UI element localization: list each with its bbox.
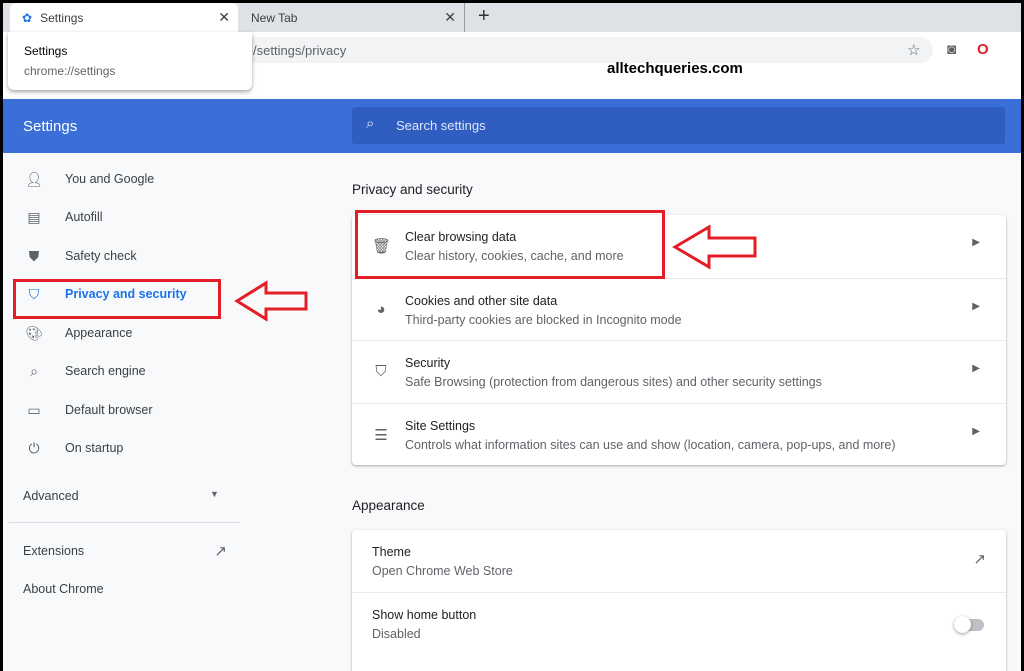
sidebar-item-label: Autofill [65,210,103,224]
close-tab-icon[interactable]: ✕ [444,9,456,26]
section-title-privacy: Privacy and security [352,182,473,197]
new-tab-button[interactable]: + [478,5,490,28]
hover-card-title: Settings [24,44,68,58]
tab-label: New Tab [251,10,298,25]
sidebar-item-label: About Chrome [23,582,104,596]
sidebar-item-about-chrome[interactable]: About Chrome [23,582,104,596]
sidebar-item-search-engine[interactable]: ⌕ Search engine [3,352,239,390]
tab-settings[interactable]: ✿ Settings ✕ [10,3,238,32]
pocket-icon[interactable]: ◙ [947,41,956,58]
shield-icon: ⛉ [375,363,387,380]
shield-check-icon: ⛊ [28,247,40,264]
row-title: Show home button [372,608,477,622]
search-input[interactable]: ⌕ Search settings [352,107,1005,144]
appearance-card: Theme Open Chrome Web Store ↗ Show home bu… [352,530,1006,671]
url-text: /settings/privacy [253,43,347,58]
sidebar-item-you-and-google[interactable]: 👤︎ You and Google [3,160,239,198]
row-subtitle: Safe Browsing (protection from dangerous… [405,375,822,389]
sidebar-item-appearance[interactable]: 🎨︎ Appearance [3,314,239,352]
annotation-box [355,210,665,279]
address-bar[interactable]: /settings/privacy [233,37,933,63]
row-security[interactable]: ⛉ Security Safe Browsing (protection from … [352,340,1006,403]
row-site-settings[interactable]: ☰ Site Settings Controls what information … [352,402,1006,466]
chevron-down-icon: ▼ [210,489,219,499]
sidebar-item-label: On startup [65,441,124,455]
advanced-toggle[interactable]: Advanced ▼ [23,489,219,503]
external-link-icon: ↗ [214,543,227,560]
advanced-label: Advanced [23,489,79,503]
row-subtitle: Controls what information sites can use … [405,437,896,452]
page-title: Settings [23,118,78,135]
chevron-right-icon: ▶ [972,425,980,437]
row-theme[interactable]: Theme Open Chrome Web Store ↗ [352,530,1006,592]
sidebar-item-label: Safety check [65,249,137,263]
external-link-icon: ↗ [973,551,986,568]
row-title: Security [405,356,451,370]
tab-new-tab[interactable]: New Tab ✕ [239,3,465,32]
chevron-right-icon: ▶ [972,237,980,248]
chevron-right-icon: ▶ [972,300,980,312]
row-show-home-button: Show home button Disabled [352,592,1006,655]
bookmark-star-icon[interactable]: ☆ [907,41,920,59]
search-icon: ⌕ [366,115,375,132]
sidebar-item-extensions[interactable]: Extensions ↗ [23,543,227,560]
sidebar-item-default-browser[interactable]: ▭ Default browser [3,391,239,429]
cookie-icon: ◕ [376,300,386,318]
opera-icon[interactable]: O [977,41,989,58]
clipboard-icon: ▤ [27,208,41,225]
search-placeholder: Search settings [396,118,486,133]
row-subtitle: Open Chrome Web Store [372,564,513,578]
hover-card-url: chrome://settings [24,64,116,78]
divider [9,522,240,523]
toggle-knob [954,616,971,633]
sidebar-item-label: Appearance [65,326,133,340]
section-title-appearance: Appearance [352,498,425,513]
sidebar-item-on-startup[interactable]: ⏻ On startup [3,429,239,467]
tab-strip: ✿ Settings ✕ New Tab ✕ + [3,3,1021,32]
power-icon: ⏻ [28,439,40,456]
chevron-right-icon: ▶ [972,363,980,374]
home-button-toggle[interactable] [954,616,984,633]
watermark: alltechqueries.com [607,60,743,77]
sidebar: 👤︎ You and Google ▤ Autofill ⛊ Safety check… [3,153,308,671]
row-title: Cookies and other site data [405,293,558,308]
annotation-box [13,279,221,319]
row-subtitle: Disabled [372,627,421,641]
row-subtitle: Third-party cookies are blocked in Incog… [405,312,682,327]
sidebar-item-label: Default browser [65,403,153,417]
close-tab-icon[interactable]: ✕ [218,9,230,26]
palette-icon: 🎨︎ [25,324,43,341]
row-title: Site Settings [405,418,476,433]
sidebar-item-label: Search engine [65,364,146,378]
annotation-arrow-icon [672,224,757,270]
sidebar-item-safety-check[interactable]: ⛊ Safety check [3,237,239,275]
search-icon: ⌕ [30,362,38,379]
gear-icon: ✿ [22,10,33,25]
tab-label: Settings [40,10,84,25]
sidebar-item-autofill[interactable]: ▤ Autofill [3,198,239,236]
settings-header: Settings ⌕ Search settings [3,99,1021,153]
row-title: Theme [372,545,411,559]
person-icon: 👤︎ [25,170,43,187]
sidebar-item-label: You and Google [65,172,155,186]
tab-hover-card: Settings chrome://settings [8,32,252,90]
annotation-arrow-icon [234,280,308,322]
sidebar-item-label: Extensions [23,544,85,558]
sliders-icon: ☰ [374,426,388,444]
row-cookies[interactable]: ◕ Cookies and other site data Third-party … [352,277,1006,341]
browser-icon: ▭ [27,401,41,418]
